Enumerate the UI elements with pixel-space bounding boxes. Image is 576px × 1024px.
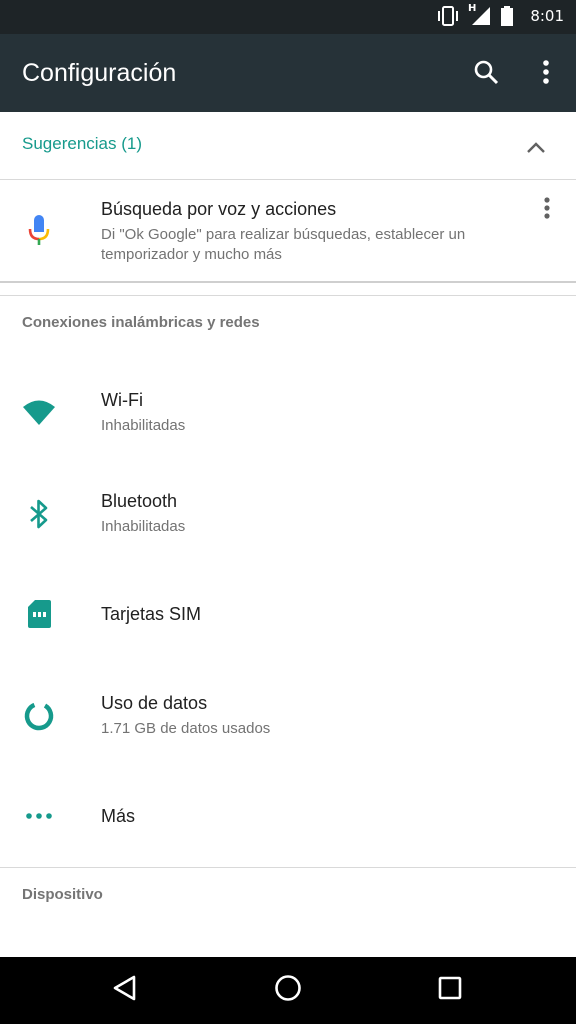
divider bbox=[0, 281, 576, 283]
suggestion-subtitle: Di "Ok Google" para realizar búsquedas, … bbox=[101, 226, 466, 263]
item-title: Bluetooth bbox=[101, 491, 178, 511]
settings-item-sim[interactable]: Tarjetas SIM bbox=[0, 564, 576, 664]
status-bar: H 8:01 bbox=[0, 0, 576, 34]
chevron-up-icon[interactable] bbox=[526, 139, 546, 158]
battery-icon bbox=[500, 5, 514, 31]
home-icon bbox=[274, 974, 302, 1006]
recents-button[interactable] bbox=[427, 970, 473, 1010]
more-vert-icon bbox=[543, 196, 551, 224]
navigation-bar bbox=[0, 957, 576, 1024]
status-icons: H bbox=[436, 3, 514, 31]
settings-item-more[interactable]: Más bbox=[0, 766, 576, 866]
item-title: Más bbox=[101, 806, 136, 826]
overflow-menu-button[interactable] bbox=[526, 54, 566, 94]
network-type-label: H bbox=[468, 3, 477, 14]
item-title: Tarjetas SIM bbox=[101, 604, 202, 624]
bluetooth-icon bbox=[22, 497, 56, 531]
search-icon bbox=[473, 59, 499, 89]
suggestion-title: Búsqueda por voz y acciones bbox=[101, 199, 337, 219]
wifi-icon bbox=[22, 395, 56, 429]
vibrate-icon bbox=[436, 5, 460, 31]
suggestions-header[interactable]: Sugerencias (1) bbox=[0, 112, 576, 179]
item-subtitle: 1.71 GB de datos usados bbox=[101, 720, 271, 737]
item-title: Wi-Fi bbox=[101, 390, 143, 410]
data-usage-icon bbox=[22, 699, 56, 733]
settings-item-bluetooth[interactable]: Bluetooth Inhabilitadas bbox=[0, 463, 576, 563]
search-button[interactable] bbox=[466, 54, 506, 94]
divider bbox=[0, 867, 576, 868]
recents-icon bbox=[437, 975, 463, 1005]
more-horiz-icon bbox=[22, 799, 56, 833]
sim-card-icon bbox=[22, 597, 56, 631]
status-time: 8:01 bbox=[530, 7, 564, 25]
section-header-device: Dispositivo bbox=[22, 886, 103, 903]
section-header-wireless: Conexiones inalámbricas y redes bbox=[22, 314, 260, 331]
more-vert-icon bbox=[542, 59, 550, 89]
home-button[interactable] bbox=[265, 970, 311, 1010]
divider bbox=[0, 295, 576, 296]
suggestions-label: Sugerencias (1) bbox=[22, 134, 143, 153]
page-title: Configuración bbox=[22, 59, 177, 87]
signal-icon: H bbox=[468, 3, 492, 31]
back-icon bbox=[112, 974, 138, 1006]
app-bar: Configuración bbox=[0, 34, 576, 112]
item-subtitle: Inhabilitadas bbox=[101, 518, 186, 535]
item-title: Uso de datos bbox=[101, 693, 208, 713]
item-subtitle: Inhabilitadas bbox=[101, 417, 186, 434]
mic-icon bbox=[22, 213, 56, 247]
suggestion-menu-button[interactable] bbox=[532, 193, 562, 227]
suggestion-item[interactable]: Búsqueda por voz y acciones Di "Ok Googl… bbox=[0, 181, 576, 281]
settings-item-data-usage[interactable]: Uso de datos 1.71 GB de datos usados bbox=[0, 665, 576, 765]
settings-item-wifi[interactable]: Wi-Fi Inhabilitadas bbox=[0, 362, 576, 462]
divider bbox=[0, 179, 576, 180]
back-button[interactable] bbox=[102, 970, 148, 1010]
